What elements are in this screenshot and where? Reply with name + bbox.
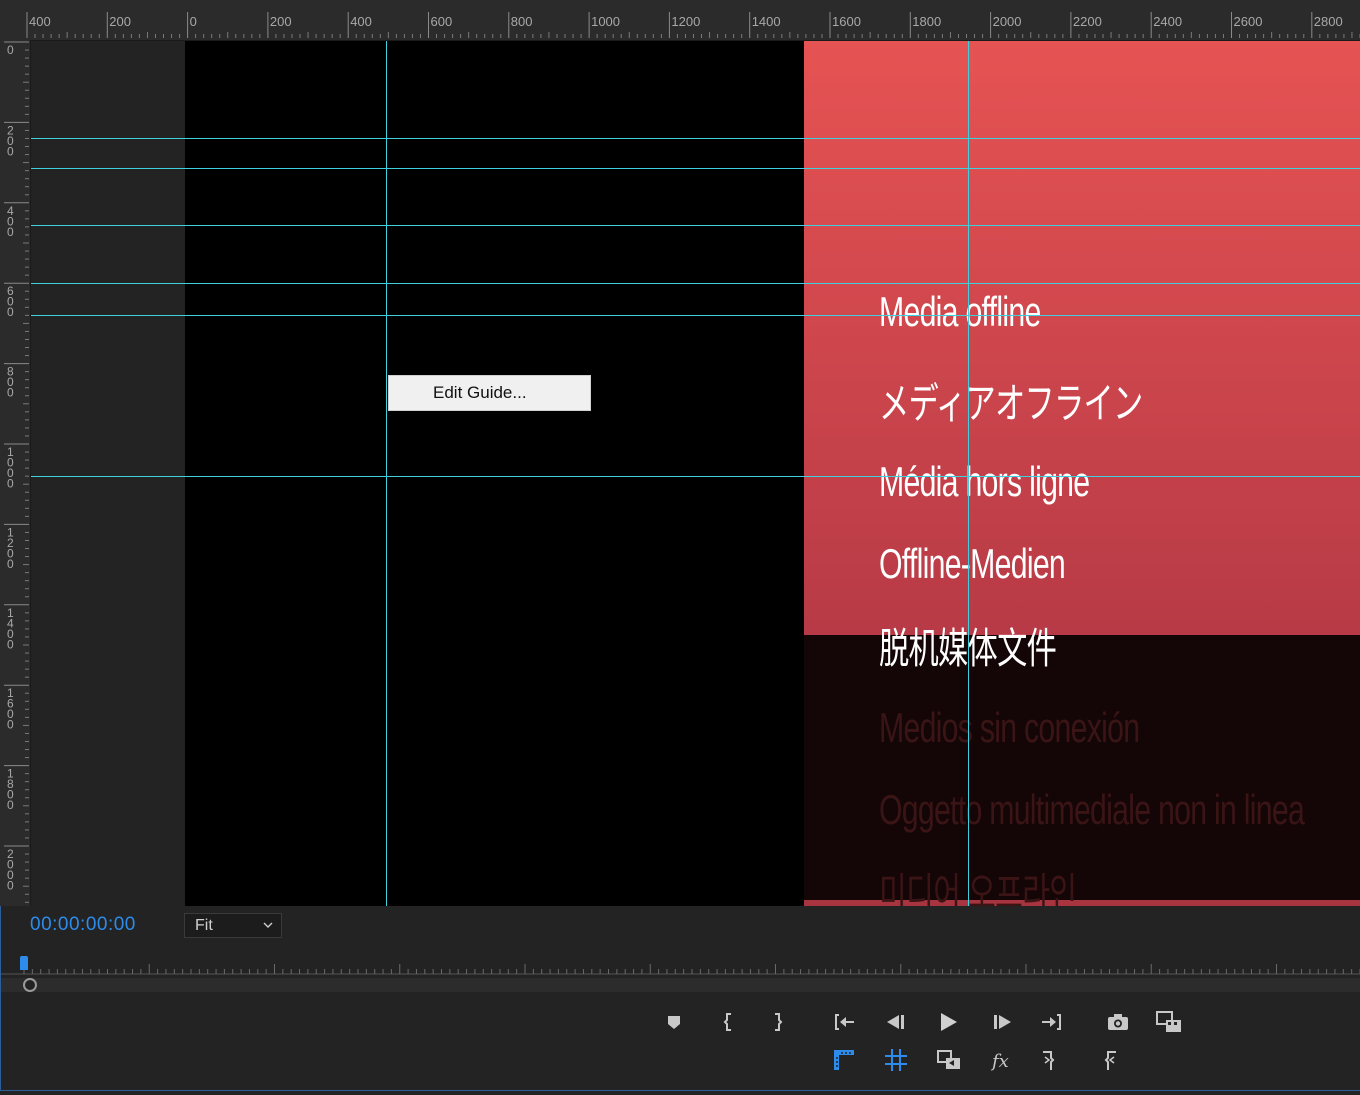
toggle-proxies-button[interactable]	[935, 1046, 963, 1074]
horizontal-ruler[interactable]: 400 200 0 200 400 600 800 1000 1200 1400 1600 1800 2…	[0, 0, 1360, 41]
toggle-proxies-icon	[937, 1050, 960, 1069]
fx-icon: fx	[990, 1051, 1009, 1072]
ruler-label: 400	[29, 14, 51, 29]
ruler-label-digit: 0	[7, 798, 14, 812]
offline-text-it: Oggetto multimediale non in linea	[879, 786, 1305, 833]
guide-horizontal[interactable]	[31, 168, 1360, 169]
guide-horizontal[interactable]	[31, 283, 1360, 284]
comparison-view-icon	[1156, 1011, 1181, 1032]
panel-border	[0, 1090, 1360, 1095]
ruler-label-digit: 0	[7, 477, 14, 491]
svg-text:fx: fx	[990, 1051, 1009, 1072]
zoom-level-value: Fit	[195, 917, 213, 934]
panel-border	[0, 906, 1, 1094]
zoom-scroll-handle[interactable]	[23, 978, 37, 992]
vertical-ruler[interactable]: 0200400600800100012001400160018002000	[0, 40, 31, 906]
zoom-scroll-bar[interactable]	[0, 978, 1360, 992]
guide-vertical[interactable]	[386, 41, 387, 906]
offline-text-es: Medios sin conexión	[879, 704, 1140, 751]
step-forward-icon	[994, 1015, 1011, 1029]
guide-horizontal[interactable]	[31, 315, 1360, 316]
go-to-out-button[interactable]	[1038, 1008, 1066, 1036]
ruler-label: 1800	[912, 14, 941, 29]
mark-in-button[interactable]	[715, 1008, 743, 1036]
playhead-handle[interactable]	[20, 956, 28, 970]
insert-icon	[1043, 1051, 1055, 1070]
media-offline-clip: Media offline メディアオフライン Média hors ligne…	[804, 41, 1360, 906]
mark-in-icon	[723, 1013, 731, 1031]
add-marker-icon	[668, 1016, 680, 1029]
export-frame-button[interactable]	[1104, 1008, 1132, 1036]
ruler-label-digit: 0	[7, 557, 14, 571]
ruler-label: 0	[190, 14, 197, 29]
effects-button[interactable]: fx	[987, 1046, 1015, 1074]
offline-text-fr: Média hors ligne	[879, 458, 1090, 505]
go-to-in-icon	[835, 1014, 854, 1030]
ruler-label: 2000	[993, 14, 1022, 29]
ruler-label-digit: 0	[7, 144, 14, 158]
show-guides-icon	[885, 1049, 907, 1071]
offline-text-de: Offline-Medien	[879, 540, 1066, 587]
playhead-timecode[interactable]: 00:00:00:00	[30, 914, 136, 936]
ruler-label: 800	[511, 14, 533, 29]
show-rulers-icon	[834, 1050, 854, 1070]
context-menu-edit-guide[interactable]: Edit Guide...	[388, 375, 591, 411]
ruler-label: 600	[431, 14, 453, 29]
ruler-label-digit: 0	[7, 637, 14, 651]
ruler-label-digit: 0	[7, 305, 14, 319]
guide-vertical[interactable]	[968, 41, 969, 906]
ruler-label: 400	[350, 14, 372, 29]
insert-button[interactable]	[1037, 1046, 1065, 1074]
mark-out-button[interactable]	[763, 1008, 791, 1036]
ruler-label: 1200	[671, 14, 700, 29]
program-monitor-canvas[interactable]: Media offline メディアオフライン Média hors ligne…	[31, 41, 1360, 906]
ruler-label: 2600	[1234, 14, 1263, 29]
ruler-label-digit: 0	[7, 225, 14, 239]
guide-horizontal[interactable]	[31, 138, 1360, 139]
ruler-label-digit: 0	[7, 386, 14, 400]
go-to-in-button[interactable]	[830, 1008, 858, 1036]
guide-horizontal[interactable]	[31, 225, 1360, 226]
ruler-label: 1600	[832, 14, 861, 29]
chevron-down-icon	[262, 914, 274, 945]
ruler-label: 2800	[1314, 14, 1343, 29]
ruler-label: 1000	[591, 14, 620, 29]
go-to-out-icon	[1042, 1014, 1061, 1030]
ruler-label-digit: 0	[7, 718, 14, 732]
export-frame-icon	[1108, 1014, 1128, 1030]
ruler-label-digit: 0	[7, 43, 14, 57]
step-back-button[interactable]	[883, 1008, 911, 1036]
play-button[interactable]	[934, 1008, 962, 1036]
mark-out-icon	[775, 1013, 783, 1031]
zoom-level-select[interactable]: Fit	[184, 913, 282, 938]
play-icon	[941, 1013, 957, 1031]
add-marker-button[interactable]	[660, 1008, 688, 1036]
ruler-label: 200	[270, 14, 292, 29]
overwrite-icon	[1104, 1051, 1116, 1070]
ruler-label: 200	[109, 14, 131, 29]
show-guides-button[interactable]	[882, 1046, 910, 1074]
guide-horizontal[interactable]	[31, 476, 1360, 477]
offline-text-en: Media offline	[879, 288, 1041, 335]
ruler-label-digit: 0	[7, 879, 14, 893]
ruler-label: 1400	[752, 14, 781, 29]
step-forward-button[interactable]	[988, 1008, 1016, 1036]
time-ruler[interactable]	[0, 952, 1360, 978]
ruler-label: 2400	[1153, 14, 1182, 29]
show-rulers-button[interactable]	[830, 1046, 858, 1074]
offline-text-ja: メディアオフライン	[879, 380, 1143, 427]
offline-text-ko: 미디어 오프라인	[879, 870, 1077, 906]
overwrite-button[interactable]	[1094, 1046, 1122, 1074]
comparison-view-button[interactable]	[1155, 1008, 1183, 1036]
ruler-label: 2200	[1073, 14, 1102, 29]
step-back-icon	[887, 1015, 904, 1029]
